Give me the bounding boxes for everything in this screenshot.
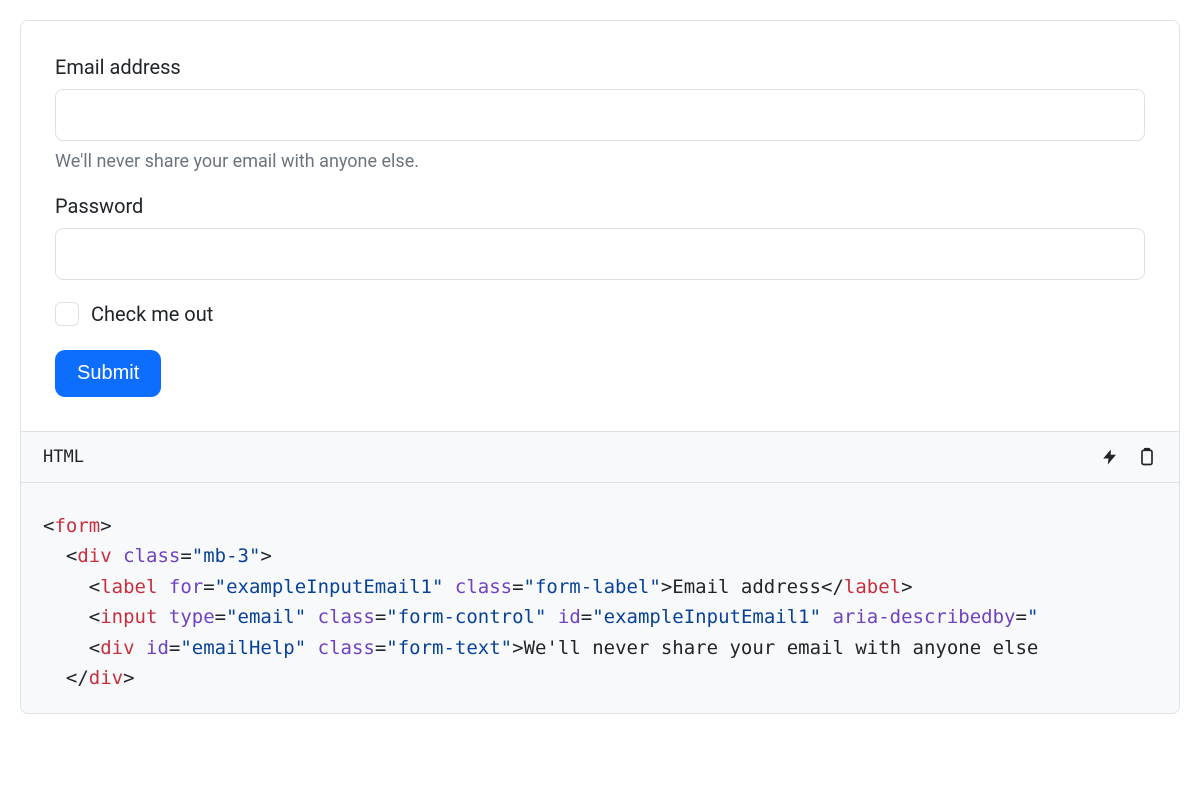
- code-token: div: [89, 667, 123, 689]
- email-help-text: We'll never share your email with anyone…: [55, 151, 1145, 172]
- code-token: "email": [226, 606, 306, 628]
- code-token: ": [1027, 606, 1038, 628]
- checkbox-row: Check me out: [55, 302, 1145, 326]
- code-token: type: [169, 606, 215, 628]
- checkbox-label: Check me out: [91, 302, 213, 326]
- code-token: class: [455, 576, 512, 598]
- form-preview: Email address We'll never share your ema…: [21, 21, 1179, 431]
- code-body: <form> <div class="mb-3"> <label for="ex…: [21, 483, 1179, 713]
- code-header-actions: [1101, 446, 1157, 468]
- password-input[interactable]: [55, 228, 1145, 280]
- email-input[interactable]: [55, 89, 1145, 141]
- password-group: Password: [55, 194, 1145, 280]
- code-token: div: [100, 637, 134, 659]
- code-token: form: [54, 515, 100, 537]
- code-token: We'll never share your email with anyone…: [524, 637, 1039, 659]
- code-token: input: [100, 606, 157, 628]
- code-token: "form-control": [386, 606, 546, 628]
- code-token: for: [169, 576, 203, 598]
- code-token: "emailHelp": [180, 637, 306, 659]
- example-card: Email address We'll never share your ema…: [20, 20, 1180, 714]
- code-token: div: [77, 545, 111, 567]
- checkbox-input[interactable]: [55, 302, 79, 326]
- code-token: id: [558, 606, 581, 628]
- code-token: "exampleInputEmail1": [592, 606, 821, 628]
- code-token: class: [318, 606, 375, 628]
- clipboard-icon[interactable]: [1137, 446, 1157, 468]
- code-token: id: [146, 637, 169, 659]
- email-group: Email address We'll never share your ema…: [55, 55, 1145, 172]
- code-token: "mb-3": [192, 545, 261, 567]
- code-header: HTML: [21, 431, 1179, 483]
- email-label: Email address: [55, 55, 1145, 79]
- code-token: Email address: [672, 576, 821, 598]
- code-token: "form-label": [524, 576, 661, 598]
- stackblitz-icon[interactable]: [1101, 446, 1119, 468]
- code-token: "exampleInputEmail1": [215, 576, 444, 598]
- code-lang-label: HTML: [43, 447, 84, 467]
- code-token: class: [318, 637, 375, 659]
- submit-button[interactable]: Submit: [55, 350, 161, 397]
- code-token: label: [100, 576, 157, 598]
- code-token: aria-describedby: [832, 606, 1015, 628]
- code-token: "form-text": [386, 637, 512, 659]
- code-token: label: [844, 576, 901, 598]
- password-label: Password: [55, 194, 1145, 218]
- code-token: class: [123, 545, 180, 567]
